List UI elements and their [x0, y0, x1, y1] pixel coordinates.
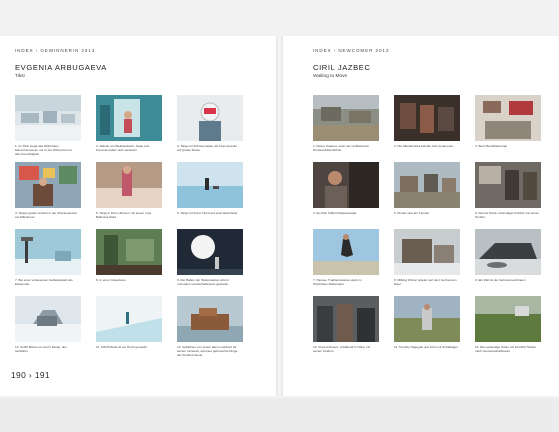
photo-girl-mask-icon	[177, 95, 243, 141]
photo-family-room-icon	[394, 95, 460, 141]
photo-caption: 11. Schiff Maria ist ein Hund gemacht	[96, 345, 148, 349]
photo-caption: 5. Tanja in ihrem Zimmer mit einem rosa …	[96, 211, 152, 219]
photo-caption: 1. Im Tiksi steigt das Wohnhaus Menschen…	[15, 144, 72, 156]
photo-jumping-man-icon	[313, 229, 379, 275]
photo-colorful-room-icon	[15, 162, 81, 208]
photo-caption: 11. Timothy Nagoyak und John mit Schafkö…	[394, 345, 458, 349]
photo-ice-hut-icon	[15, 296, 81, 342]
photo-caption: 7. Bei einer verlassenen Gebäudepark als…	[15, 278, 73, 286]
photo-old-man-icon	[313, 162, 379, 208]
photo-green-hall-icon	[96, 229, 162, 275]
photo-caption: 1. Pelery Kaamut, einer der verbliebenen…	[313, 144, 370, 152]
right-section-label: INDEX › NEWCOMER 2013	[313, 48, 390, 53]
photo-caption: 6. Dennis Stock, ehemaliger Polizist mit…	[475, 211, 539, 219]
photo-caption: 8. Milking Wörter spielen auf dem Gefror…	[394, 278, 457, 286]
photo-frozen-shore-icon	[96, 296, 162, 342]
left-artist-name: EVGENIA ARBUGAEVA	[15, 63, 107, 72]
left-section-label: INDEX › GEWINNERIN 2013	[15, 48, 96, 53]
photo-caption: 6. Tanja mit ihrem Hund auf einer Eissch…	[177, 211, 238, 215]
photo-caption: 12. Die Lebendige Küste mit Friedhof She…	[475, 345, 536, 353]
photo-interior-wall-icon	[475, 95, 541, 141]
photo-girl-field-icon	[394, 296, 460, 342]
photo-village-dogs-icon	[313, 95, 379, 141]
photo-caption: 4. Ex-Pilot Clifford Mapuussapa	[313, 211, 357, 215]
photo-blue-curtain-icon	[96, 95, 162, 141]
photo-caption: 12. Gefährten von einem alten Lockboot f…	[177, 345, 238, 357]
right-artist-name: CIRIL JAZBEC	[313, 63, 371, 72]
photo-caption: 2. Die Mantanuksa-Familie sitzt zusammen	[394, 144, 454, 148]
page-numbers: 190 › 191	[11, 370, 50, 380]
left-series-title: Tiksi	[15, 74, 25, 79]
photo-ice-sea-icon	[177, 162, 243, 208]
photo-caption: 9. Ein Wal ist der Gefrorensuchtraum	[475, 278, 526, 282]
photo-caption: 10. Schiff Maria von Gerrit Rangt, den G…	[15, 345, 67, 353]
right-series-title: Waiting to Move	[313, 74, 348, 79]
photo-shed-snow-icon	[394, 229, 460, 275]
photo-rusty-boat-icon	[177, 296, 243, 342]
photo-caption: 7. Hansee Traditionsweise spielt im Wohn…	[313, 278, 362, 286]
photo-caption: 5. Kinder sind am Fenster	[394, 211, 430, 215]
photo-caption: 10. Vincent Peters, schlafend in Ohrer m…	[313, 345, 371, 353]
photo-balloon-icon	[177, 229, 243, 275]
photo-caption: 3. Beim Bezahlautomat	[475, 144, 507, 148]
photo-tower-ice-icon	[15, 229, 81, 275]
photo-caption: 3. Tanja mit Schneemaske als Kosmonautin…	[177, 144, 237, 152]
photo-seal-boat-icon	[475, 229, 541, 275]
photo-caption: 2. Wände am Weinlandsebt, Tanja und Freu…	[96, 144, 150, 152]
table-surface	[0, 398, 559, 432]
photo-girl-bed-icon	[96, 162, 162, 208]
photo-caption: 8. In einer Grasebene	[96, 278, 126, 282]
photo-men-group-icon	[313, 296, 379, 342]
book-spread: INDEX › GEWINNERIN 2013 EVGENIA ARBUGAEV…	[0, 0, 559, 432]
book-gutter	[276, 36, 283, 396]
photo-green-tundra-icon	[475, 296, 541, 342]
photo-kitchen-icon	[475, 162, 541, 208]
photo-caption: 4. Tanjas großer Antrieb in der Abenteue…	[15, 211, 77, 219]
photo-village-houses-icon	[394, 162, 460, 208]
photo-snowy-village-icon	[15, 95, 81, 141]
photo-caption: 9. Der Ballon der Wetterstation wird in …	[177, 278, 230, 286]
